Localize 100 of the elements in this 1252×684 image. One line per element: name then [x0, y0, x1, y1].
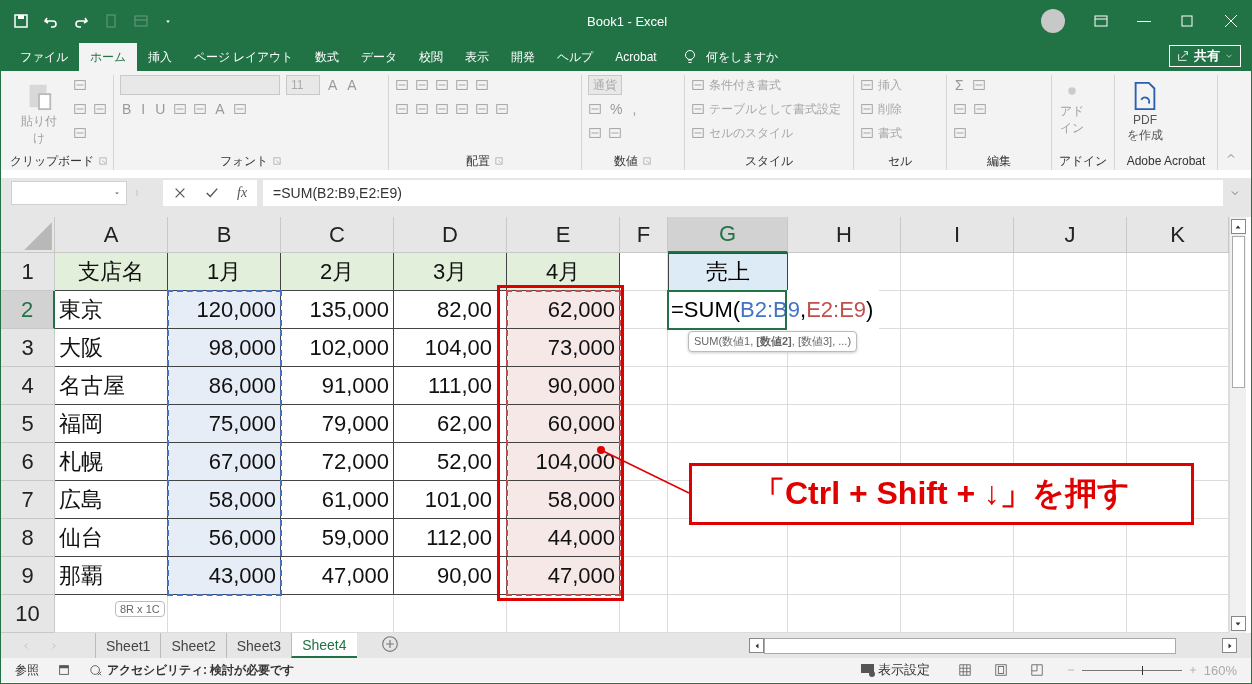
ribbon-tab[interactable]: ファイル [9, 43, 79, 71]
formula-field[interactable]: =SUM(B2:B9,E2:E9) [263, 180, 1223, 206]
large-button[interactable]: PDF を作成 [1121, 75, 1169, 152]
sheet-tab[interactable]: Sheet4 [291, 633, 357, 658]
table-cell: 60,000 [507, 405, 620, 443]
accessibility-icon [89, 663, 103, 677]
row-header[interactable]: 9 [1, 557, 55, 595]
ribbon-tab[interactable]: 挿入 [137, 43, 183, 71]
table-cell: 120,000 [168, 291, 281, 329]
launcher-icon[interactable] [642, 156, 652, 166]
column-header[interactable]: E [507, 217, 620, 253]
table-cell: 3月 [394, 253, 507, 291]
ribbon-tab[interactable]: ページ レイアウト [183, 43, 305, 71]
scroll-right-button[interactable] [1222, 638, 1237, 653]
status-mode: 参照 [15, 661, 39, 679]
column-header[interactable]: D [394, 217, 507, 253]
table-cell: 62,000 [507, 291, 620, 329]
document-icon [103, 13, 119, 29]
ribbon-tab[interactable]: 表示 [454, 43, 501, 71]
table-cell: 59,000 [281, 519, 394, 557]
dropdown-field[interactable] [120, 75, 280, 95]
table-cell [620, 329, 668, 367]
row-header[interactable]: 8 [1, 519, 55, 557]
table-cell: 91,000 [281, 367, 394, 405]
column-header[interactable]: K [1127, 217, 1229, 253]
monitor-icon [859, 662, 876, 678]
tell-me-field[interactable]: 何をしますか [705, 48, 778, 66]
save-icon [13, 13, 29, 29]
normal-view-icon [957, 663, 972, 677]
table-cell: 56,000 [168, 519, 281, 557]
table-cell: 72,000 [281, 443, 394, 481]
ribbon-tab[interactable]: 校閲 [408, 43, 455, 71]
ribbon-tab[interactable]: データ [350, 43, 409, 71]
ribbon-tab[interactable]: ヘルプ [546, 43, 605, 71]
share-icon [1176, 49, 1190, 63]
column-header[interactable]: C [281, 217, 394, 253]
minimize-icon[interactable] [1137, 20, 1151, 22]
column-header[interactable]: H [788, 217, 901, 253]
launcher-icon[interactable] [494, 156, 504, 166]
selection-tooltip: 8R x 1C [115, 601, 165, 617]
table-cell: 67,000 [168, 443, 281, 481]
ribbon-tab[interactable]: 開発 [500, 43, 547, 71]
accessibility-status[interactable]: アクセシビリティ: 検討が必要です [107, 661, 295, 679]
ribbon-tab[interactable]: Acrobat [604, 43, 668, 71]
group-label: 配置 [466, 152, 490, 170]
column-header[interactable]: J [1014, 217, 1127, 253]
scroll-left-button[interactable] [749, 638, 764, 653]
table-cell: 86,000 [168, 367, 281, 405]
calendar-icon [57, 663, 71, 677]
scroll-down-button[interactable] [1230, 616, 1246, 631]
group-label: 数値 [614, 152, 638, 170]
form-icon [133, 13, 149, 29]
right-arrow-icon [1225, 641, 1234, 650]
group-label: Adobe Acrobat [1126, 154, 1206, 168]
table-cell: 58,000 [507, 481, 620, 519]
close-icon [1223, 13, 1239, 29]
scroll-up-button[interactable] [1230, 219, 1246, 234]
column-header[interactable]: A [55, 217, 168, 253]
row-header[interactable]: 2 [1, 291, 55, 329]
cancel-icon [173, 186, 187, 200]
table-cell: 支店名 [55, 253, 168, 291]
group-label: 編集 [987, 152, 1011, 170]
row-header[interactable]: 3 [1, 329, 55, 367]
add-sheet-icon [380, 635, 399, 653]
row-header[interactable]: 10 [1, 595, 55, 633]
row-header[interactable]: 1 [1, 253, 55, 291]
column-header[interactable]: I [901, 217, 1014, 253]
row-header[interactable]: 7 [1, 481, 55, 519]
insert-function-button[interactable]: fx [237, 185, 248, 201]
table-cell: 2月 [281, 253, 394, 291]
scrollbar-thumb[interactable] [1231, 236, 1245, 388]
maximize-icon [1179, 13, 1195, 29]
column-header[interactable]: G [668, 217, 788, 253]
avatar-icon[interactable] [1041, 9, 1065, 33]
window-title: Book1 - Excel [587, 13, 669, 29]
row-header[interactable]: 4 [1, 367, 55, 405]
scrollbar-thumb[interactable] [764, 637, 1176, 654]
row-header[interactable]: 5 [1, 405, 55, 443]
table-cell: 47,000 [507, 557, 620, 595]
share-button[interactable]: 共有 [1169, 45, 1241, 67]
ribbon-display-icon [1093, 13, 1109, 29]
row-header[interactable]: 6 [1, 443, 55, 481]
table-cell: 98,000 [168, 329, 281, 367]
group-label: スタイル [745, 152, 793, 170]
table-cell: 58,000 [168, 481, 281, 519]
table-cell: 61,000 [281, 481, 394, 519]
function-tooltip: SUM(数値1, [数値2], [数値3], ...) [688, 331, 858, 352]
check-icon [205, 186, 219, 200]
column-header[interactable]: F [620, 217, 668, 253]
table-cell: 47,000 [281, 557, 394, 595]
ribbon-tab[interactable]: ホーム [79, 43, 137, 71]
table-cell: 44,000 [507, 519, 620, 557]
callout: 「Ctrl + Shift + ↓」を押す [689, 463, 1194, 525]
display-settings-button[interactable]: 表示設定 [853, 660, 936, 680]
name-box[interactable] [11, 181, 127, 205]
launcher-icon[interactable] [272, 156, 282, 166]
ribbon-tab[interactable]: 数式 [304, 43, 351, 71]
launcher-icon[interactable] [98, 156, 108, 166]
column-header[interactable]: B [168, 217, 281, 253]
table-cell: 135,000 [281, 291, 394, 329]
